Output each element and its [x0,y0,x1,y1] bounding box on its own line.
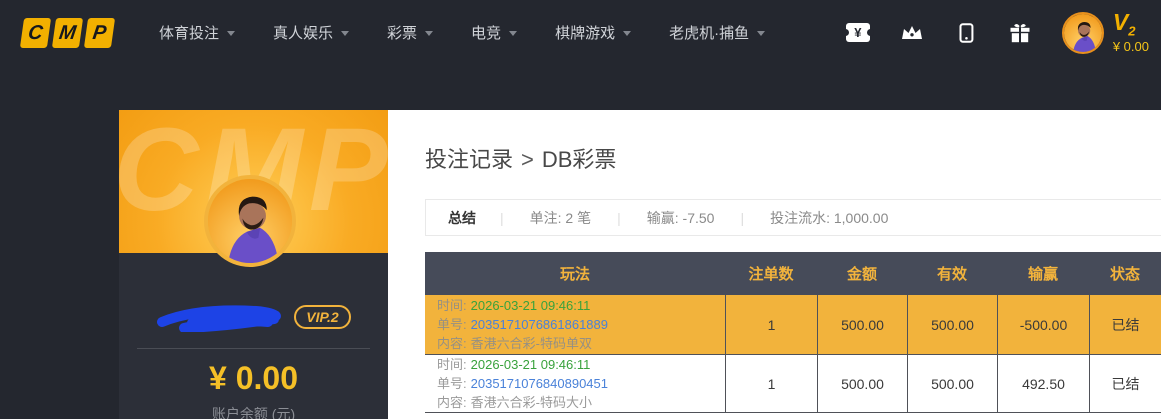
amount-cell: 500.00 [817,355,907,412]
table-row: 时间: 2026-03-21 09:46:11 单号: 20351710768408… [425,355,1161,413]
summary-winloss: 输赢: -7.50 [621,208,741,228]
breadcrumb-separator: > [521,147,534,172]
order-number-link[interactable]: 2035171076861861889 [471,317,608,332]
column-header-valid: 有效 [907,263,997,284]
avatar[interactable] [1062,12,1104,54]
gift-icon[interactable] [1008,21,1032,45]
time-label: 时间: [437,298,467,313]
vip-level-badge: V2 [1113,11,1149,38]
bet-records-table: 玩法 注单数 金额 有效 输赢 状态 时间: 2026-03-21 09:46:1… [425,252,1161,413]
nav-item-slots-fishing[interactable]: 老虎机·捕鱼 [669,22,765,43]
valid-amount-cell: 500.00 [907,295,997,354]
bet-content-line: 内容: 香港六合彩-特码单双 [437,334,592,353]
amount-cell: 500.00 [817,295,907,354]
content-label: 内容: [437,336,467,351]
winloss-cell: -500.00 [997,295,1089,354]
order-number-link[interactable]: 2035171076840890451 [471,376,608,391]
bet-time-line: 时间: 2026-03-21 09:46:11 [437,296,590,315]
nav-item-lottery[interactable]: 彩票 [387,22,433,43]
nav-item-label: 老虎机·捕鱼 [669,22,749,43]
playtype-cell: 时间: 2026-03-21 09:46:11 单号: 20351710768618… [425,295,725,354]
chevron-down-icon [757,31,765,36]
content-label: 内容: [437,395,467,410]
valid-amount-cell: 500.00 [907,355,997,412]
logo-letter: M [52,18,83,48]
chevron-down-icon [623,31,631,36]
table-row: 时间: 2026-03-21 09:46:11 单号: 20351710768618… [425,295,1161,355]
mobile-icon[interactable] [954,21,978,45]
profile-sidebar: CMP VIP.2 ¥ 0.00 账户余额 (元) [119,110,388,419]
yuan-symbol: ¥ [846,23,870,42]
chevron-down-icon [341,31,349,36]
nav-item-label: 体育投注 [159,22,219,43]
bet-time-line: 时间: 2026-03-21 09:46:11 [437,355,590,374]
column-header-amount: 金额 [817,263,907,284]
username-redaction-scribble [156,302,284,332]
column-header-bet-count: 注单数 [725,263,817,284]
bet-content: 香港六合彩-特码大小 [471,395,592,410]
nav-item-board-games[interactable]: 棋牌游戏 [555,22,631,43]
profile-avatar[interactable] [204,175,296,267]
nav-item-label: 彩票 [387,22,417,43]
vip-level-letter: V [1113,9,1128,35]
breadcrumb-page: DB彩票 [542,147,617,172]
vip-level-number: 2 [1128,23,1135,38]
divider [137,348,370,349]
status-cell: 已结 [1089,295,1161,354]
order-label: 单号: [437,376,467,391]
crown-icon[interactable] [900,21,924,45]
order-number-line: 单号: 2035171076861861889 [437,315,608,334]
user-account-block[interactable]: V2 ¥ 0.00 [1062,11,1149,55]
nav-item-label: 真人娱乐 [273,22,333,43]
account-balance-caption: 账户余额 (元) [119,404,388,419]
breadcrumb: 投注记录 > DB彩票 [425,142,616,174]
order-number-line: 单号: 2035171076840890451 [437,374,608,393]
bet-count-cell: 1 [725,355,817,412]
bet-content-line: 内容: 香港六合彩-特码大小 [437,393,592,412]
winloss-cell: 492.50 [997,355,1089,412]
summary-turnover: 投注流水: 1,000.00 [744,208,914,228]
nav-menu: 体育投注 真人娱乐 彩票 电竞 棋牌游戏 老虎机·捕鱼 [159,22,765,43]
bet-time: 2026-03-21 09:46:11 [471,298,591,313]
bet-content: 香港六合彩-特码单双 [471,336,592,351]
table-header-row: 玩法 注单数 金额 有效 输赢 状态 [425,252,1161,295]
page: C M P 体育投注 真人娱乐 彩票 电竞 棋牌游戏 [0,0,1161,419]
chevron-down-icon [425,31,433,36]
ticket-voucher-icon[interactable]: ¥ [846,21,870,45]
nav-right-tools: ¥ [846,11,1149,55]
time-label: 时间: [437,357,467,372]
nav-item-esports[interactable]: 电竞 [471,22,517,43]
nav-item-label: 电竞 [471,22,501,43]
summary-bar: 总结 | 单注: 2 笔 | 输赢: -7.50 | 投注流水: 1,000.0… [425,199,1161,236]
brand-logo[interactable]: C M P [22,18,113,48]
column-header-winloss: 输赢 [997,263,1089,284]
header-balance: ¥ 0.00 [1113,39,1149,54]
nav-item-sports[interactable]: 体育投注 [159,22,235,43]
bet-time: 2026-03-21 09:46:11 [471,357,591,372]
breadcrumb-section[interactable]: 投注记录 [425,147,513,172]
main-content: 投注记录 > DB彩票 总结 | 单注: 2 笔 | 输赢: -7.50 | 投注流… [388,110,1161,419]
chevron-down-icon [227,31,235,36]
vip-badge: VIP.2 [294,305,350,329]
column-header-playtype: 玩法 [425,263,725,284]
status-cell: 已结 [1089,355,1161,412]
bet-count-cell: 1 [725,295,817,354]
playtype-cell: 时间: 2026-03-21 09:46:11 单号: 20351710768408… [425,355,725,412]
nav-item-live-casino[interactable]: 真人娱乐 [273,22,349,43]
chevron-down-icon [509,31,517,36]
user-level-balance: V2 ¥ 0.00 [1113,11,1149,55]
account-balance-amount: ¥ 0.00 [119,360,388,397]
summary-title: 总结 [426,208,500,228]
top-navigation: C M P 体育投注 真人娱乐 彩票 电竞 棋牌游戏 [0,0,1161,65]
column-header-status: 状态 [1089,263,1161,284]
summary-bet-count: 单注: 2 笔 [504,208,617,228]
logo-letter: P [84,18,115,48]
username-row: VIP.2 [119,302,388,332]
order-label: 单号: [437,317,467,332]
nav-item-label: 棋牌游戏 [555,22,615,43]
logo-letter: C [20,18,51,48]
